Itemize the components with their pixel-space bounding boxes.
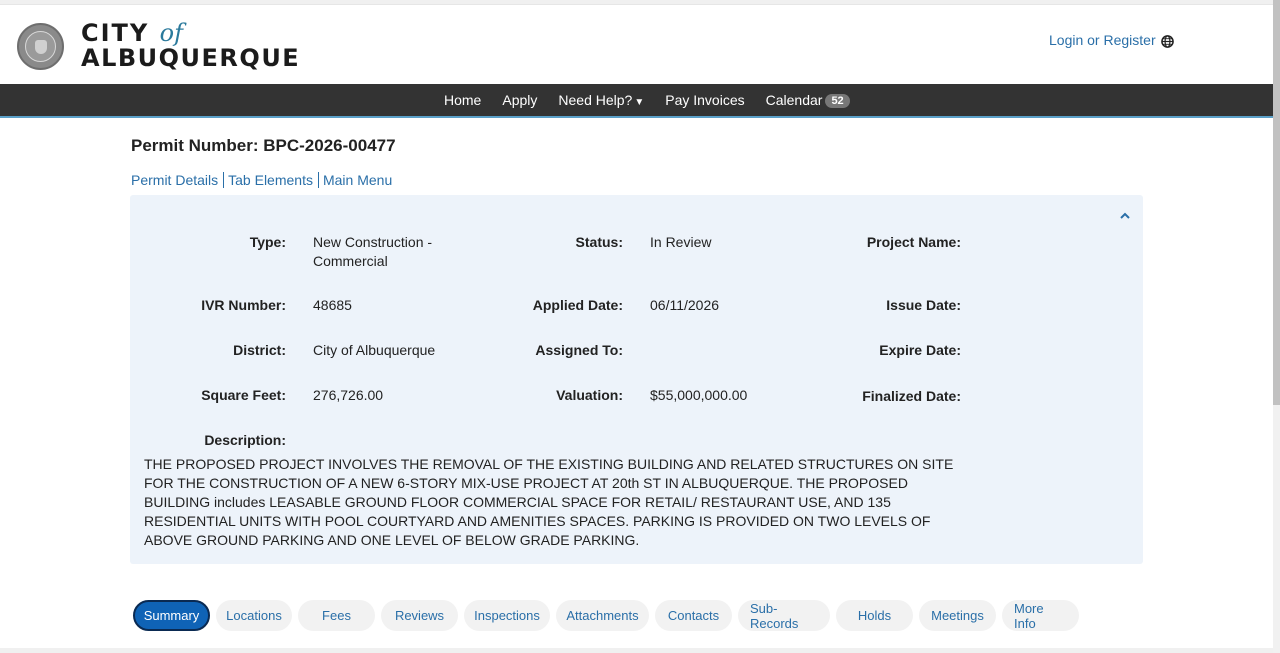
page-title: Permit Number: BPC-2026-00477 (131, 136, 396, 155)
square-feet-label: Square Feet: (201, 387, 286, 403)
applied-date-value: 06/11/2026 (650, 297, 720, 313)
calendar-count-badge: 52 (825, 93, 850, 108)
tab-meetings[interactable]: Meetings (919, 600, 996, 631)
status-label: Status: (575, 234, 623, 250)
valuation-label: Valuation: (556, 387, 623, 403)
tab-contacts[interactable]: Contacts (655, 600, 732, 631)
nav-need-help-label: Need Help? (558, 92, 633, 108)
main-navbar: Home Apply Need Help? ▼ Pay Invoices Cale… (0, 84, 1273, 118)
status-value: In Review (650, 234, 712, 250)
ivr-number-value: 48685 (313, 297, 352, 313)
nav-calendar[interactable]: Calendar 52 (766, 92, 850, 109)
nav-pay-invoices[interactable]: Pay Invoices (665, 92, 744, 108)
chevron-up-icon[interactable] (1120, 212, 1130, 219)
type-label: Type: (249, 234, 286, 250)
bottom-border (0, 648, 1273, 653)
globe-icon[interactable] (1161, 35, 1174, 48)
expire-date-label: Expire Date: (879, 342, 961, 358)
district-value: City of Albuquerque (313, 342, 436, 358)
permit-details-link[interactable]: Permit Details (131, 172, 223, 188)
caret-down-icon: ▼ (634, 97, 645, 108)
login-register-link[interactable]: Login or Register (1049, 32, 1156, 48)
scrollbar-thumb[interactable] (1273, 0, 1280, 405)
logo-of-word: of (159, 19, 183, 47)
tab-reviews[interactable]: Reviews (381, 600, 458, 631)
permit-sublinks: Permit Details Tab Elements Main Menu (131, 172, 397, 188)
city-logo-text[interactable]: CITY of ALBUQUERQUE (81, 20, 300, 70)
site-header: CITY of ALBUQUERQUE Login or Register (0, 5, 1273, 84)
main-menu-link[interactable]: Main Menu (317, 172, 397, 188)
permit-tabs: Summary Locations Fees Reviews Inspectio… (133, 600, 1085, 631)
nav-apply[interactable]: Apply (502, 92, 537, 108)
type-value: New Construction - Commercial (313, 234, 433, 269)
tab-fees[interactable]: Fees (298, 600, 375, 631)
tab-summary[interactable]: Summary (133, 600, 210, 631)
ivr-number-label: IVR Number: (201, 297, 286, 313)
finalized-date-label: Finalized Date: (862, 388, 961, 404)
issue-date-label: Issue Date: (886, 297, 961, 313)
city-seal-logo[interactable] (17, 23, 64, 70)
nav-calendar-label: Calendar (765, 91, 823, 108)
page-scrollbar[interactable] (1273, 0, 1280, 653)
tab-locations[interactable]: Locations (216, 600, 292, 631)
assigned-to-label: Assigned To: (535, 342, 623, 358)
tab-more-info[interactable]: More Info (1002, 600, 1079, 631)
logo-albuquerque-word: ALBUQUERQUE (81, 44, 301, 72)
valuation-value: $55,000,000.00 (650, 387, 748, 403)
seal-inner-ring (25, 31, 56, 62)
square-feet-value: 276,726.00 (313, 387, 384, 403)
description-label: Description: (204, 432, 286, 448)
tab-elements-link[interactable]: Tab Elements (223, 172, 318, 188)
description-value: THE PROPOSED PROJECT INVOLVES THE REMOVA… (144, 456, 954, 548)
tab-inspections[interactable]: Inspections (464, 600, 550, 631)
nav-need-help[interactable]: Need Help? ▼ (558, 92, 644, 108)
logo-city-word: CITY (81, 19, 150, 47)
applied-date-label: Applied Date: (532, 297, 623, 313)
tab-holds[interactable]: Holds (836, 600, 913, 631)
nav-home[interactable]: Home (444, 92, 481, 108)
district-label: District: (233, 342, 286, 358)
tab-attachments[interactable]: Attachments (556, 600, 649, 631)
seal-emblem (35, 40, 47, 54)
tab-sub-records[interactable]: Sub-Records (738, 600, 830, 631)
project-name-label: Project Name: (866, 234, 961, 250)
